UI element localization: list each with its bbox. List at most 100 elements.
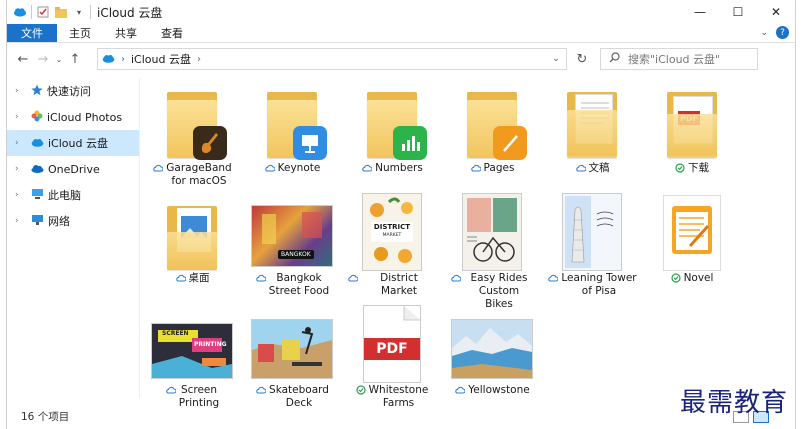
expand-chevron-icon[interactable]: › xyxy=(15,138,27,148)
quick-access-toolbar: ▾ xyxy=(7,5,91,19)
sidebar-item-label: 快速访问 xyxy=(47,85,91,98)
tab-view[interactable]: 查看 xyxy=(149,24,195,42)
folder-item[interactable]: Keynote xyxy=(247,78,337,176)
folder-item[interactable]: PDF 下载 xyxy=(647,78,737,177)
file-name-line: of Pisa xyxy=(581,285,617,297)
cloud-status-icon xyxy=(575,163,586,176)
file-name-line: GarageBand xyxy=(166,162,232,174)
icloud-icon xyxy=(31,137,44,150)
tab-share[interactable]: 共享 xyxy=(103,24,149,42)
explorer-window: ▾ iCloud 云盘 — ☐ ✕ 文件 主页 共享 查看 ⌄ ? ← → ⌄ … xyxy=(6,0,796,429)
breadcrumb-chevron-icon[interactable]: › xyxy=(197,54,201,65)
customize-toolbar-chevron-icon[interactable]: ▾ xyxy=(72,5,86,19)
document-thumbnail xyxy=(463,194,521,270)
folder-item[interactable]: Pages xyxy=(447,78,537,176)
star-icon xyxy=(31,84,43,99)
sidebar-item-label: iCloud Photos xyxy=(47,110,123,124)
sidebar-item-icloud-drive[interactable]: › iCloud 云盘 xyxy=(7,130,139,156)
folder-item[interactable]: 桌面 xyxy=(147,188,237,286)
expand-chevron-icon[interactable]: › xyxy=(15,86,27,96)
cloud-status-icon xyxy=(547,273,559,286)
onedrive-icon xyxy=(31,163,44,176)
close-icon[interactable]: ✕ xyxy=(757,0,795,24)
keynote-icon xyxy=(293,126,327,160)
search-placeholder: 搜索"iCloud 云盘" xyxy=(628,53,721,66)
cloud-status-icon xyxy=(255,273,267,286)
folder-item[interactable]: 文稿 xyxy=(547,78,637,176)
expand-chevron-icon[interactable]: › xyxy=(15,112,27,122)
file-name-line: Whitestone xyxy=(368,384,429,396)
sidebar-item-this-pc[interactable]: › 此电脑 xyxy=(7,182,139,208)
network-icon xyxy=(31,214,44,228)
cloud-status-icon xyxy=(454,385,466,398)
expand-chevron-icon[interactable]: › xyxy=(15,164,27,174)
photos-icon xyxy=(31,110,43,125)
breadcrumb-chevron-icon[interactable]: › xyxy=(121,54,125,65)
pdf-label: PDF xyxy=(364,338,420,360)
file-item[interactable]: DISTRICT MARKET District Market xyxy=(347,188,437,298)
help-icon[interactable]: ? xyxy=(776,26,789,39)
file-item[interactable]: Yellowstone xyxy=(447,300,537,398)
sidebar-item-label: OneDrive xyxy=(48,162,100,176)
recent-locations-icon[interactable]: ⌄ xyxy=(53,49,65,69)
sidebar-item-quick-access[interactable]: › 快速访问 xyxy=(7,78,139,104)
up-icon[interactable]: ↑ xyxy=(65,49,85,69)
folder-icon xyxy=(163,90,227,160)
folder-icon xyxy=(463,90,527,160)
file-name: Pages xyxy=(483,162,515,174)
file-name: 桌面 xyxy=(188,272,210,284)
properties-icon[interactable] xyxy=(36,5,50,19)
image-thumbnail xyxy=(452,320,532,378)
watermark: 最需教育 xyxy=(680,388,789,418)
file-item[interactable]: BANGKOK Bangkok Street Food xyxy=(247,188,337,298)
sidebar-item-icloud-photos[interactable]: › iCloud Photos xyxy=(7,104,139,130)
vertical-scrollbar[interactable] xyxy=(783,78,795,408)
breadcrumb-current[interactable]: iCloud 云盘 xyxy=(131,51,191,67)
sidebar-item-label: 此电脑 xyxy=(48,189,81,202)
file-item[interactable]: Easy Rides Custom Bikes xyxy=(447,188,537,311)
file-name-line: Bangkok xyxy=(276,272,322,284)
file-item[interactable]: SCREEN PRINTING Screen Printing xyxy=(147,300,237,410)
cloud-status-icon xyxy=(152,163,164,176)
back-icon[interactable]: ← xyxy=(13,49,33,69)
search-icon xyxy=(609,52,620,66)
file-name-line: for macOS xyxy=(171,175,227,187)
file-name: Numbers xyxy=(375,162,423,174)
synced-status-icon xyxy=(356,385,366,399)
file-item[interactable]: PDF Whitestone Farms xyxy=(347,300,437,410)
tab-file[interactable]: 文件 xyxy=(7,24,57,42)
sidebar-item-network[interactable]: › 网络 xyxy=(7,208,139,234)
folder-item[interactable]: GarageBand for macOS xyxy=(147,78,237,188)
refresh-icon[interactable]: ↻ xyxy=(572,50,592,68)
expand-chevron-icon[interactable]: › xyxy=(15,216,27,226)
tab-home[interactable]: 主页 xyxy=(57,24,103,42)
search-box[interactable]: 搜索"iCloud 云盘" xyxy=(600,48,758,70)
file-item[interactable]: Leaning Tower of Pisa xyxy=(547,188,637,298)
new-folder-icon[interactable] xyxy=(54,5,68,19)
forward-icon[interactable]: → xyxy=(33,49,53,69)
folder-downloads-icon: PDF xyxy=(663,90,721,160)
document-thumbnail xyxy=(563,194,621,270)
minimize-icon[interactable]: — xyxy=(681,0,719,24)
address-dropdown-icon[interactable]: ⌄ xyxy=(546,49,566,69)
sidebar-item-onedrive[interactable]: › OneDrive xyxy=(7,156,139,182)
sidebar-item-label: iCloud 云盘 xyxy=(48,137,108,150)
folder-item[interactable]: Numbers xyxy=(347,78,437,176)
expand-chevron-icon[interactable]: › xyxy=(15,190,27,200)
file-name-line: Leaning Tower xyxy=(561,272,637,284)
expand-ribbon-icon[interactable]: ⌄ xyxy=(760,28,768,38)
cloud-status-icon xyxy=(470,163,482,176)
file-item[interactable]: Novel xyxy=(647,188,737,287)
thumbnail-caption: PRINTING xyxy=(194,341,227,348)
file-item[interactable]: Skateboard Deck xyxy=(247,300,337,410)
folder-desktop-icon xyxy=(163,204,221,270)
address-bar[interactable]: › iCloud 云盘 › ⌄ xyxy=(97,48,567,70)
folder-icon xyxy=(363,90,427,160)
file-name-line: Street Food xyxy=(268,285,330,297)
pdf-file-icon: PDF xyxy=(364,306,420,382)
image-thumbnail xyxy=(252,320,332,378)
synced-status-icon xyxy=(675,163,685,177)
maximize-icon[interactable]: ☐ xyxy=(719,0,757,24)
icloud-icon xyxy=(102,53,115,66)
file-name-line: Screen xyxy=(180,384,218,396)
